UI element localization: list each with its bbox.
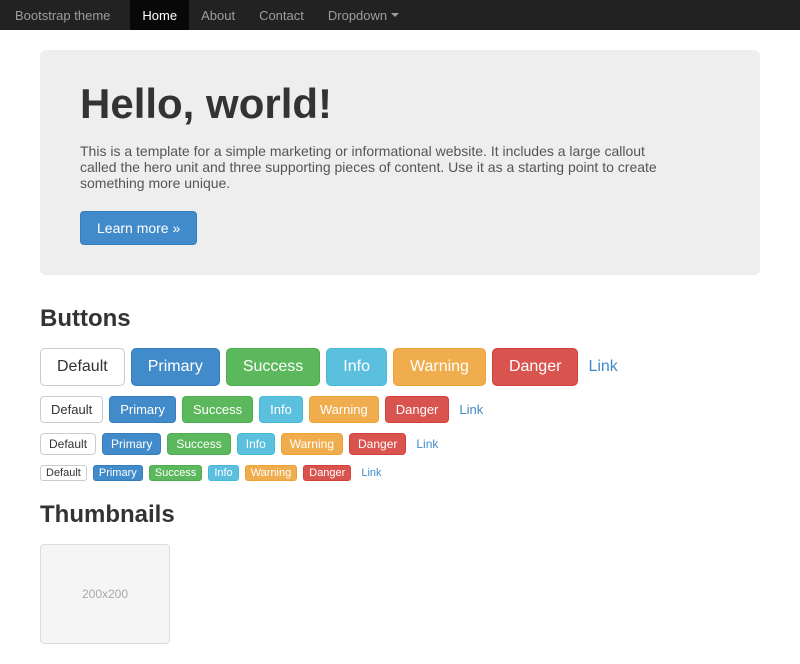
buttons-section: Buttons Default Primary Success Info War…: [40, 305, 760, 481]
btn-info-lg[interactable]: Info: [326, 348, 387, 386]
dropdown-label: Dropdown: [328, 8, 399, 23]
buttons-section-title: Buttons: [40, 305, 760, 333]
thumbnail-image: 200x200: [40, 544, 170, 644]
btn-info-xs[interactable]: Info: [208, 465, 238, 481]
btn-row-md: Default Primary Success Info Warning Dan…: [40, 396, 760, 423]
btn-warning-lg[interactable]: Warning: [393, 348, 486, 386]
btn-default-sm[interactable]: Default: [40, 433, 96, 455]
btn-success-md[interactable]: Success: [182, 396, 253, 423]
btn-link-md[interactable]: Link: [455, 397, 487, 422]
btn-warning-xs[interactable]: Warning: [245, 465, 298, 481]
hero-title: Hello, world!: [80, 80, 720, 128]
btn-default-xs[interactable]: Default: [40, 465, 87, 481]
btn-primary-xs[interactable]: Primary: [93, 465, 143, 481]
jumbotron: Hello, world! This is a template for a s…: [40, 50, 760, 275]
navbar-brand[interactable]: Bootstrap theme: [15, 8, 110, 23]
navbar: Bootstrap theme Home About Contact Dropd…: [0, 0, 800, 30]
btn-info-md[interactable]: Info: [259, 396, 303, 423]
btn-link-lg[interactable]: Link: [584, 349, 621, 385]
btn-danger-xs[interactable]: Danger: [303, 465, 351, 481]
thumbnail-label: 200x200: [82, 587, 128, 601]
nav-item-about[interactable]: About: [189, 0, 247, 30]
nav-item-contact[interactable]: Contact: [247, 0, 316, 30]
nav-item-home[interactable]: Home: [130, 0, 189, 30]
btn-link-xs[interactable]: Link: [357, 466, 385, 480]
btn-row-lg: Default Primary Success Info Warning Dan…: [40, 348, 760, 386]
dropdown-caret-icon: [391, 13, 399, 17]
thumbnails-section-title: Thumbnails: [40, 501, 760, 529]
btn-primary-md[interactable]: Primary: [109, 396, 176, 423]
btn-success-lg[interactable]: Success: [226, 348, 320, 386]
btn-row-xs: Default Primary Success Info Warning Dan…: [40, 465, 760, 481]
btn-danger-lg[interactable]: Danger: [492, 348, 578, 386]
btn-link-sm[interactable]: Link: [412, 434, 442, 454]
btn-default-lg[interactable]: Default: [40, 348, 125, 386]
btn-warning-md[interactable]: Warning: [309, 396, 379, 423]
btn-default-md[interactable]: Default: [40, 396, 103, 423]
btn-primary-lg[interactable]: Primary: [131, 348, 220, 386]
btn-success-xs[interactable]: Success: [149, 465, 203, 481]
nav-items: Home About Contact Dropdown: [130, 0, 411, 30]
btn-success-sm[interactable]: Success: [167, 433, 230, 455]
btn-info-sm[interactable]: Info: [237, 433, 275, 455]
hero-description: This is a template for a simple marketin…: [80, 143, 660, 191]
btn-row-sm: Default Primary Success Info Warning Dan…: [40, 433, 760, 455]
btn-danger-md[interactable]: Danger: [385, 396, 450, 423]
thumbnails-section: Thumbnails 200x200: [40, 501, 760, 644]
main-container: Hello, world! This is a template for a s…: [25, 30, 775, 664]
learn-more-button[interactable]: Learn more »: [80, 211, 197, 245]
nav-item-dropdown[interactable]: Dropdown: [316, 0, 411, 30]
btn-warning-sm[interactable]: Warning: [281, 433, 343, 455]
btn-primary-sm[interactable]: Primary: [102, 433, 161, 455]
btn-danger-sm[interactable]: Danger: [349, 433, 406, 455]
